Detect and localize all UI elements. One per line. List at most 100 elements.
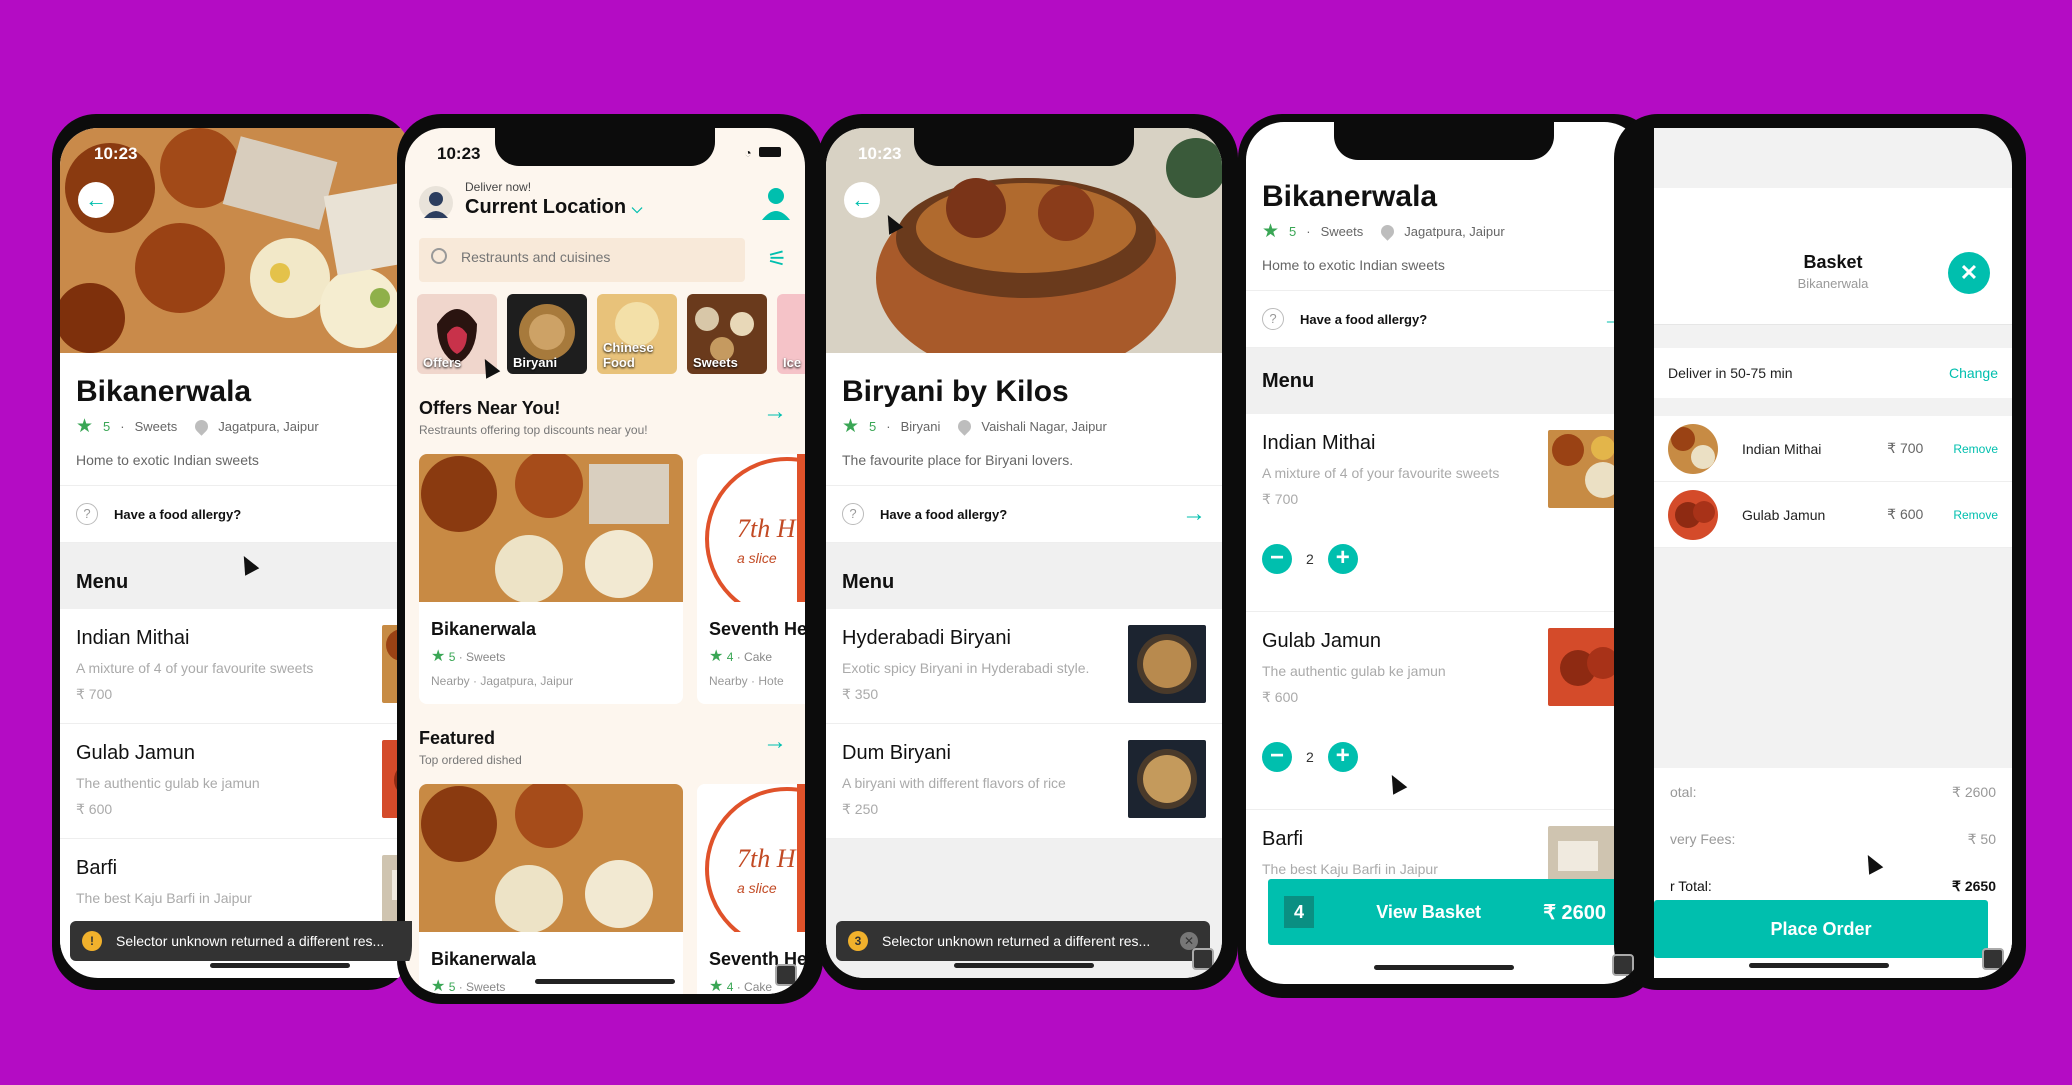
location-selector[interactable]: Current Location ⌵: [465, 196, 642, 219]
category-tile[interactable]: Ice: [777, 294, 805, 374]
arrow-right-icon[interactable]: →: [763, 728, 787, 756]
menu-item[interactable]: Dum Biryani A biryani with different fla…: [826, 724, 1222, 839]
scan-icon[interactable]: [1982, 948, 2004, 970]
location: Vaishali Nagar, Jaipur: [981, 419, 1107, 434]
toast-text: Selector unknown returned a different re…: [882, 933, 1151, 949]
menu-item[interactable]: Indian Mithai A mixture of 4 of your fav…: [60, 609, 412, 724]
item-name: Gulab Jamun: [76, 742, 195, 764]
restaurant-card[interactable]: 7th H a slice Seventh He ★ 4 · Cake: [697, 784, 805, 994]
back-button[interactable]: ←: [844, 182, 880, 218]
card-location: Nearby · Jagatpura, Jaipur: [431, 674, 574, 688]
phone-basket: Basket Bikanerwala ✕ Deliver in 50-75 mi…: [1614, 114, 2026, 990]
item-name: Gulab Jamun: [1742, 506, 1826, 523]
rating: 5: [869, 419, 877, 434]
allergy-label: Have a food allergy?: [880, 506, 1008, 522]
restaurant-card[interactable]: 7th H a slice Seventh He ★ 4 · Cake Near…: [697, 454, 805, 704]
order-total-label: r Total:: [1670, 878, 1712, 894]
offers-header[interactable]: Offers Near You! Restraunts offering top…: [419, 398, 791, 438]
category: Biryani: [900, 419, 941, 434]
featured-title: Featured: [419, 728, 496, 748]
star-icon: ★: [842, 416, 860, 437]
item-image: [1128, 625, 1206, 703]
search-bar[interactable]: [419, 238, 745, 282]
food-allergy-row[interactable]: ? Have a food allergy? →: [826, 485, 1222, 543]
restaurant-meta: ★ 5 · Sweets Jagatpura, Jaipur: [1262, 221, 1505, 242]
item-price: ₹ 700: [1887, 440, 1924, 456]
logo-subtext: a slice: [737, 550, 777, 566]
featured-header[interactable]: Featured Top ordered dished →: [419, 728, 791, 768]
search-input[interactable]: [459, 248, 723, 266]
category-label: Offers: [423, 355, 462, 370]
item-name: Indian Mithai: [1742, 440, 1822, 457]
chevron-down-icon: ⌵: [631, 200, 643, 216]
menu-item[interactable]: Gulab Jamun The authentic gulab ke jamun…: [1246, 612, 1642, 810]
scan-icon[interactable]: [1192, 948, 1214, 970]
view-basket-button[interactable]: 4 View Basket ₹ 2600: [1268, 879, 1622, 945]
status-time: 10:23: [94, 144, 138, 163]
change-link[interactable]: Change: [1949, 365, 1998, 381]
offers-title: Offers Near You!: [419, 398, 561, 418]
filter-icon[interactable]: ⚟: [767, 246, 787, 272]
location: Jagatpura, Jaipur: [1404, 224, 1505, 239]
user-icon[interactable]: [761, 186, 791, 220]
place-order-button[interactable]: Place Order: [1654, 900, 1988, 958]
food-allergy-row[interactable]: ? Have a food allergy? →: [1246, 290, 1642, 348]
phone-restaurant-bikanerwala: 10:23 ← Bikanerwala ★ 5 · Sweets Jagatpu…: [52, 114, 412, 990]
remove-button[interactable]: Remove: [1953, 442, 1998, 456]
battery-icon: [759, 147, 781, 157]
scan-icon[interactable]: [775, 964, 797, 986]
screen: Bikanerwala ★ 5 · Sweets Jagatpura, Jaip…: [1246, 122, 1642, 984]
notch: [495, 128, 715, 166]
category-tile[interactable]: Chinese Food: [597, 294, 677, 374]
food-allergy-row[interactable]: ? Have a food allergy?: [60, 485, 412, 543]
restaurant-meta: ★ 5 · Sweets Jagatpura, Jaipur: [76, 416, 319, 437]
menu-item[interactable]: Gulab Jamun The authentic gulab ke jamun…: [60, 724, 412, 839]
card-image: [419, 784, 683, 933]
home-indicator: [1374, 965, 1514, 970]
category-label: Biryani: [513, 355, 558, 370]
arrow-right-icon[interactable]: →: [763, 398, 787, 426]
categories-row: Offers Biryani Chinese Food Sweets Ice: [417, 294, 805, 380]
close-button[interactable]: ✕: [1948, 252, 1990, 294]
decrease-button[interactable]: −: [1262, 544, 1292, 574]
basket-total: ₹ 2600: [1543, 901, 1606, 924]
card-name: Seventh He: [709, 619, 805, 639]
remove-button[interactable]: Remove: [1953, 508, 1998, 522]
notch: [914, 128, 1134, 166]
basket-sheet: Basket Bikanerwala ✕ Deliver in 50-75 mi…: [1654, 188, 2012, 978]
quantity-value: 2: [1306, 749, 1314, 765]
scan-icon[interactable]: [1612, 954, 1634, 976]
toast-text: Selector unknown returned a different re…: [116, 933, 385, 949]
basket-header: Basket Bikanerwala ✕: [1654, 188, 2012, 325]
increase-button[interactable]: +: [1327, 544, 1358, 574]
menu-item[interactable]: Hyderabadi Biryani Exotic spicy Biryani …: [826, 609, 1222, 724]
search-icon: [431, 248, 447, 264]
debug-toast[interactable]: ! Selector unknown returned a different …: [70, 921, 412, 961]
deliver-label: Deliver now!: [465, 180, 532, 194]
restaurant-card[interactable]: Bikanerwala ★ 5 · Sweets Nearby · Jagatp…: [419, 454, 683, 704]
logo-text: 7th H: [737, 844, 796, 873]
restaurant-card[interactable]: Bikanerwala ★ 5 · Sweets: [419, 784, 683, 994]
location-pin-icon: [192, 417, 211, 436]
screen: 10:23 ← Biryani by Kilos ★ 5 · Biryani V…: [826, 128, 1222, 978]
status-icons: ◔: [744, 146, 781, 160]
delivery-fee-label: very Fees:: [1670, 831, 1736, 847]
avatar: [419, 186, 453, 220]
increase-button[interactable]: +: [1327, 742, 1358, 772]
category-tile[interactable]: Biryani: [507, 294, 587, 374]
menu-item[interactable]: Indian Mithai A mixture of 4 of your fav…: [1246, 414, 1642, 612]
category-tile[interactable]: Sweets: [687, 294, 767, 374]
card-meta: ★ 5 · Sweets: [431, 648, 506, 665]
subtotal-label: otal:: [1670, 784, 1697, 800]
menu-heading: Menu: [826, 543, 1222, 609]
item-image: [1668, 489, 1718, 540]
debug-toast[interactable]: 3 Selector unknown returned a different …: [836, 921, 1210, 961]
decrease-button[interactable]: −: [1262, 742, 1292, 772]
restaurant-info: Bikanerwala ★ 5 · Sweets Jagatpura, Jaip…: [1246, 180, 1642, 290]
screen: Basket Bikanerwala ✕ Deliver in 50-75 mi…: [1654, 128, 2012, 978]
location-pin-icon: [1378, 222, 1397, 241]
back-button[interactable]: ←: [78, 182, 114, 218]
allergy-label: Have a food allergy?: [1300, 311, 1428, 327]
basket-count: 4: [1284, 896, 1314, 928]
star-icon: ★: [1262, 221, 1280, 242]
